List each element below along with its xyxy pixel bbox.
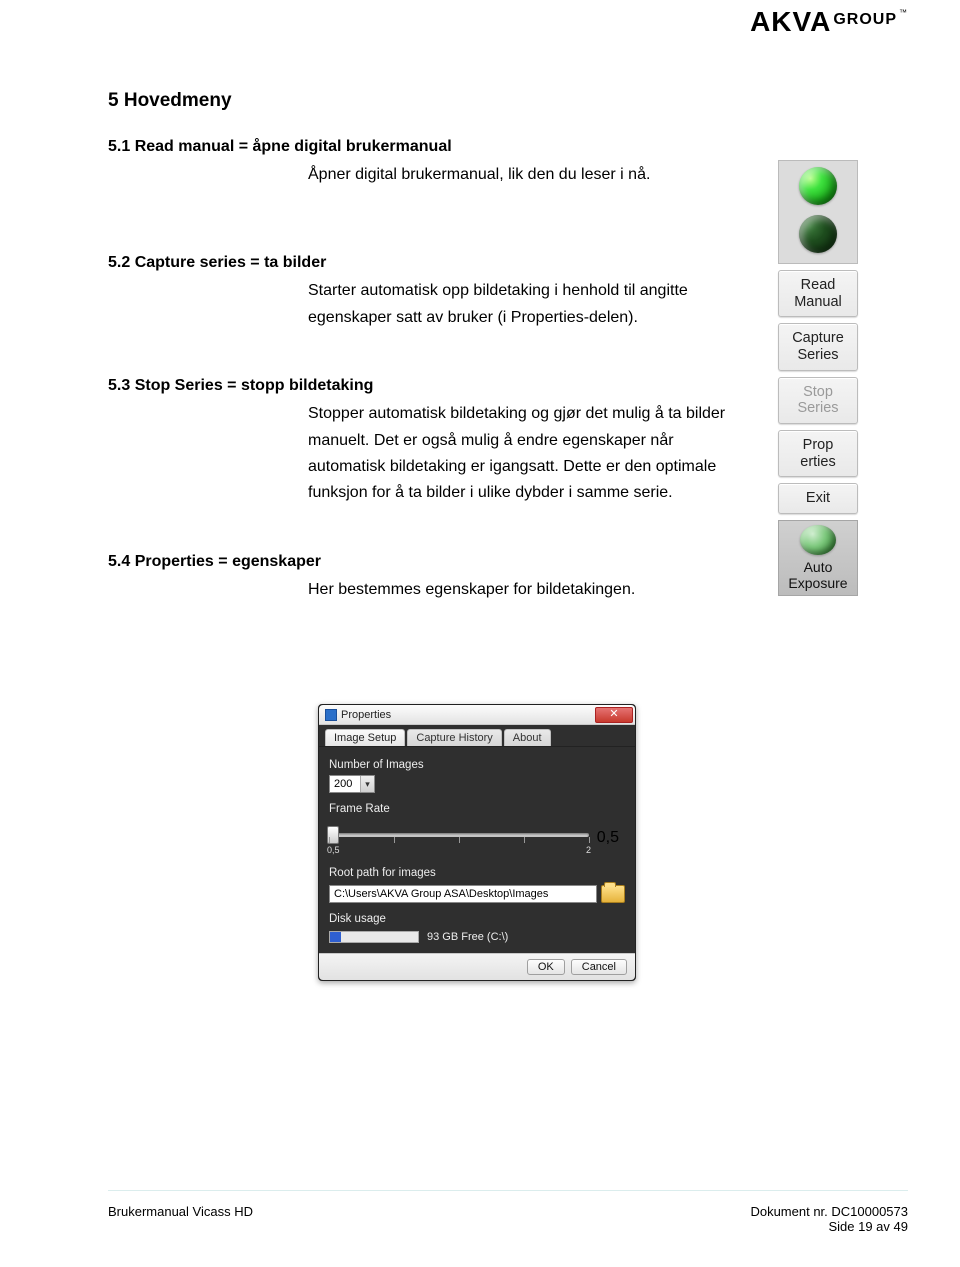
chapter-heading: 5 Hovedmeny bbox=[108, 90, 748, 112]
page-footer: Brukermanual Vicass HD Dokument nr. DC10… bbox=[108, 1204, 908, 1234]
num-images-select[interactable]: 200 ▾ bbox=[329, 775, 375, 793]
frame-rate-slider[interactable]: 0,5 2 0,5 bbox=[329, 823, 589, 853]
disk-usage-label: Disk usage bbox=[329, 913, 625, 925]
properties-dialog: Properties ✕ Image Setup Capture History… bbox=[318, 704, 636, 981]
dialog-title: Properties bbox=[341, 709, 391, 721]
tab-capture-history[interactable]: Capture History bbox=[407, 729, 501, 746]
stop-series-button[interactable]: Stop Series bbox=[778, 377, 858, 424]
status-led-active-icon bbox=[799, 167, 837, 205]
num-images-value: 200 bbox=[334, 778, 352, 790]
footer-rule bbox=[108, 1190, 908, 1191]
section-5-4-body: Her bestemmes egenskaper for bildetaking… bbox=[308, 577, 748, 603]
footer-left: Brukermanual Vicass HD bbox=[108, 1204, 253, 1234]
main-menu-panel: Read Manual Capture Series Stop Series P… bbox=[778, 160, 858, 596]
exit-button[interactable]: Exit bbox=[778, 483, 858, 514]
tab-about[interactable]: About bbox=[504, 729, 551, 746]
section-5-2-heading: 5.2 Capture series = ta bilder bbox=[108, 254, 748, 272]
dialog-button-row: OK Cancel bbox=[319, 953, 635, 980]
close-button[interactable]: ✕ bbox=[595, 707, 633, 723]
section-5-4-heading: 5.4 Properties = egenskaper bbox=[108, 553, 748, 571]
section-5-3-body: Stopper automatisk bildetaking og gjør d… bbox=[308, 401, 748, 507]
root-path-input[interactable] bbox=[329, 885, 597, 903]
properties-button[interactable]: Prop erties bbox=[778, 430, 858, 477]
dialog-content: Number of Images 200 ▾ Frame Rate 0,5 2 … bbox=[319, 746, 635, 953]
brand-logo: AKVA GROUP ™ bbox=[750, 6, 908, 38]
app-icon bbox=[325, 709, 337, 721]
logo-tm: ™ bbox=[899, 8, 908, 17]
auto-exposure-knob-icon bbox=[800, 525, 836, 555]
footer-doc-number: Dokument nr. DC10000573 bbox=[750, 1204, 908, 1219]
section-5-3-heading: 5.3 Stop Series = stopp bildetaking bbox=[108, 377, 748, 395]
properties-dialog-screenshot: Properties ✕ Image Setup Capture History… bbox=[318, 704, 636, 981]
browse-folder-button[interactable] bbox=[601, 885, 625, 903]
disk-free-text: 93 GB Free (C:\) bbox=[427, 931, 508, 943]
logo-brand: AKVA bbox=[750, 6, 831, 38]
chevron-down-icon: ▾ bbox=[360, 776, 374, 792]
close-icon: ✕ bbox=[609, 709, 618, 720]
disk-usage-bar bbox=[329, 931, 419, 943]
frame-rate-readout: 0,5 bbox=[597, 829, 619, 847]
section-5-2-body: Starter automatisk opp bildetaking i hen… bbox=[308, 278, 748, 331]
frame-rate-scale-high: 2 bbox=[586, 845, 591, 855]
dialog-tabs: Image Setup Capture History About bbox=[319, 725, 635, 746]
dialog-titlebar: Properties ✕ bbox=[319, 705, 635, 725]
section-5-1-body: Åpner digital brukermanual, lik den du l… bbox=[308, 162, 748, 188]
num-images-label: Number of Images bbox=[329, 759, 625, 771]
logo-sub: GROUP bbox=[833, 11, 897, 29]
ok-button[interactable]: OK bbox=[527, 959, 565, 975]
footer-page-number: Side 19 av 49 bbox=[750, 1219, 908, 1234]
status-led-idle-icon bbox=[799, 215, 837, 253]
auto-exposure-toggle[interactable]: Auto Exposure bbox=[778, 520, 858, 596]
tab-image-setup[interactable]: Image Setup bbox=[325, 729, 405, 746]
capture-series-button[interactable]: Capture Series bbox=[778, 323, 858, 370]
section-5-1-heading: 5.1 Read manual = åpne digital brukerman… bbox=[108, 138, 748, 156]
auto-exposure-label: Auto Exposure bbox=[779, 559, 857, 591]
frame-rate-label: Frame Rate bbox=[329, 803, 625, 815]
document-body: 5 Hovedmeny 5.1 Read manual = åpne digit… bbox=[108, 90, 748, 603]
read-manual-button[interactable]: Read Manual bbox=[778, 270, 858, 317]
frame-rate-scale-low: 0,5 bbox=[327, 845, 340, 855]
cancel-button[interactable]: Cancel bbox=[571, 959, 627, 975]
status-indicators bbox=[778, 160, 858, 264]
root-path-label: Root path for images bbox=[329, 867, 625, 879]
